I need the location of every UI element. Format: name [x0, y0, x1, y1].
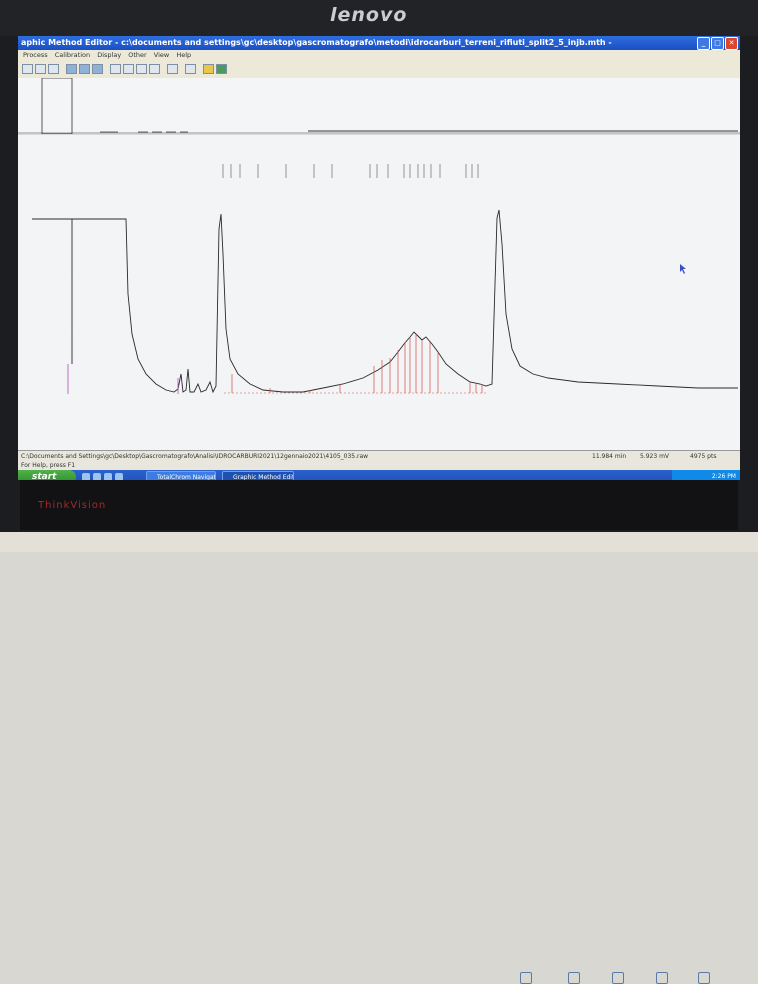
chromatogram-panel[interactable] — [18, 133, 740, 454]
peak-icon[interactable] — [123, 64, 134, 74]
monitor-model-label: ThinkVision — [38, 500, 107, 511]
power-button[interactable] — [698, 972, 710, 984]
screen: aphic Method Editor - c:\documents and s… — [18, 36, 740, 480]
print-preview-icon[interactable] — [79, 64, 90, 74]
monitor-top: lenovo — [0, 0, 758, 36]
menu-view[interactable]: View — [154, 51, 169, 59]
task-method-editor[interactable]: Graphic Method Edito... — [222, 471, 294, 480]
print-icon[interactable] — [66, 64, 77, 74]
taskbar: start TotalChrom Navigato... Graphic Met… — [18, 470, 740, 480]
window-controls: _ □ ✕ — [697, 37, 738, 50]
zoom-icon[interactable] — [110, 64, 121, 74]
cursor-icon — [680, 264, 686, 274]
menu-display[interactable]: Display — [97, 51, 121, 59]
toolbar — [18, 61, 740, 79]
menu-calibration[interactable]: Calibration — [55, 51, 90, 59]
brightness-button[interactable] — [612, 972, 624, 984]
open-icon[interactable] — [35, 64, 46, 74]
overview-trace — [18, 77, 740, 135]
chart-icon[interactable] — [185, 64, 196, 74]
monitor-bottom: ThinkVision — [20, 480, 738, 984]
scale-icon[interactable] — [167, 64, 178, 74]
down-button[interactable] — [656, 972, 668, 984]
overview-panel[interactable] — [18, 77, 740, 135]
menu-button[interactable] — [568, 972, 580, 984]
desk-surface — [0, 532, 758, 552]
ie-icon[interactable] — [82, 473, 90, 480]
menu-bar: Process Calibration Display Other View H… — [18, 50, 740, 61]
save-icon[interactable] — [48, 64, 59, 74]
peak-markers — [231, 334, 483, 393]
maximize-button[interactable]: □ — [711, 37, 724, 50]
menu-process[interactable]: Process — [23, 51, 48, 59]
task-totalchrom[interactable]: TotalChrom Navigato... — [146, 471, 216, 480]
new-icon[interactable] — [22, 64, 33, 74]
chromatogram-plot — [18, 133, 740, 394]
window-title: aphic Method Editor - c:\documents and s… — [21, 38, 612, 47]
folder-icon[interactable] — [115, 473, 123, 480]
close-button[interactable]: ✕ — [725, 37, 738, 50]
export-icon[interactable] — [92, 64, 103, 74]
menu-other[interactable]: Other — [128, 51, 146, 59]
menu-help[interactable]: Help — [176, 51, 191, 59]
input-button[interactable] — [520, 972, 532, 984]
run-icon[interactable] — [216, 64, 227, 74]
media-icon[interactable] — [93, 473, 101, 480]
baseline-icon[interactable] — [136, 64, 147, 74]
desktop-icon[interactable] — [104, 473, 112, 480]
integrate-icon[interactable] — [149, 64, 160, 74]
minimize-button[interactable]: _ — [697, 37, 710, 50]
help-icon[interactable] — [203, 64, 214, 74]
retention-labels — [222, 164, 479, 178]
help-hint: For Help, press F1 — [18, 462, 740, 470]
system-tray: 2:26 PM — [672, 470, 740, 480]
start-button[interactable]: start — [18, 470, 76, 480]
clock: 2:26 PM — [711, 473, 736, 480]
chromatogram-trace — [32, 209, 738, 394]
monitor-brand-logo: lenovo — [330, 4, 408, 26]
title-bar: aphic Method Editor - c:\documents and s… — [18, 36, 740, 50]
